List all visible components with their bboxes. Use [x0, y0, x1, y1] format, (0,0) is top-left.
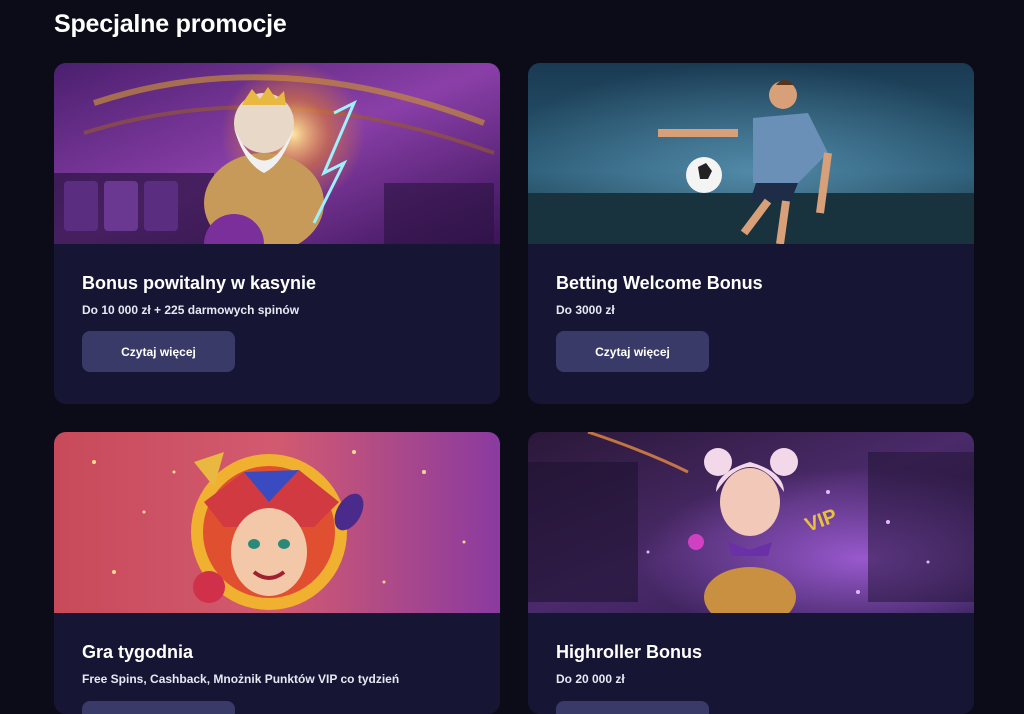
promo-subtitle: Do 3000 zł: [556, 303, 615, 317]
promo-card-betting-welcome: Betting Welcome Bonus Do 3000 zł Czytaj …: [528, 63, 974, 404]
promo-subtitle: Do 10 000 zł + 225 darmowych spinów: [82, 303, 300, 317]
read-more-button[interactable]: [82, 701, 235, 714]
jester-banner: [54, 432, 500, 613]
read-more-button[interactable]: [556, 701, 709, 714]
section-title: Specjalne promocje: [54, 10, 287, 38]
promo-card-game-of-week: Gra tygodnia Free Spins, Cashback, Mnożn…: [54, 432, 500, 714]
football-player-banner: [528, 63, 974, 244]
read-more-button[interactable]: Czytaj więcej: [556, 331, 709, 372]
zeus-casino-banner: [54, 63, 500, 244]
promo-subtitle: Do 20 000 zł: [556, 672, 625, 686]
promo-title: Highroller Bonus: [556, 642, 703, 662]
vip-girl-banner: VIP: [528, 432, 974, 613]
promo-title: Gra tygodnia: [82, 642, 194, 662]
read-more-button[interactable]: Czytaj więcej: [82, 331, 235, 372]
promo-card-casino-welcome: Bonus powitalny w kasynie Do 10 000 zł +…: [54, 63, 500, 404]
promo-subtitle: Free Spins, Cashback, Mnożnik Punktów VI…: [82, 672, 400, 686]
promo-title: Betting Welcome Bonus: [556, 273, 763, 293]
promo-card-highroller: VIP Highroller Bonus Do 20 000 zł: [528, 432, 974, 714]
promo-title: Bonus powitalny w kasynie: [82, 273, 317, 293]
